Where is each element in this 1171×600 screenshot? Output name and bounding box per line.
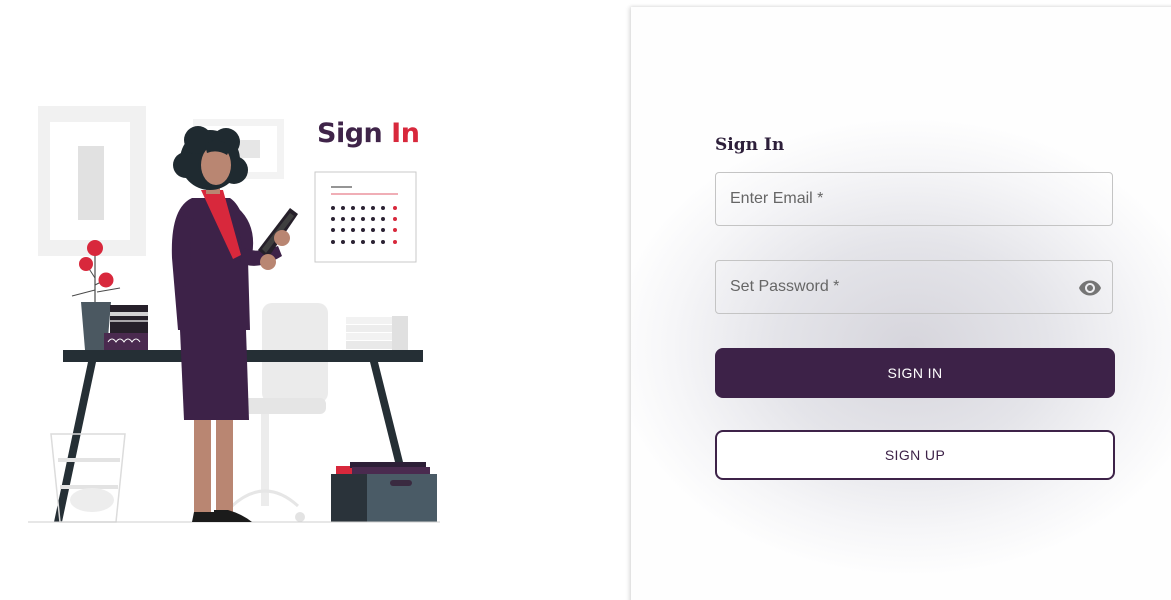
- illustration-title-sign: Sign: [317, 118, 383, 149]
- password-field: [715, 260, 1113, 314]
- password-input[interactable]: [716, 261, 1112, 313]
- sign-up-button[interactable]: SIGN UP: [715, 430, 1115, 480]
- sign-in-button[interactable]: SIGN IN: [715, 348, 1115, 398]
- email-input[interactable]: [716, 173, 1112, 225]
- form-title: Sign In: [715, 135, 785, 155]
- illustration-title: Sign In: [317, 118, 420, 149]
- illustration-title-in: In: [391, 118, 420, 149]
- eye-icon[interactable]: [1078, 276, 1102, 300]
- sign-in-page: Sign In Sign In SIGN IN SIGN UP: [0, 0, 1171, 600]
- sign-in-panel: Sign In SIGN IN SIGN UP: [631, 7, 1171, 600]
- email-field: [715, 172, 1113, 226]
- sign-in-illustration: Sign In: [0, 0, 630, 600]
- woman-at-desk-illustration: [28, 106, 440, 523]
